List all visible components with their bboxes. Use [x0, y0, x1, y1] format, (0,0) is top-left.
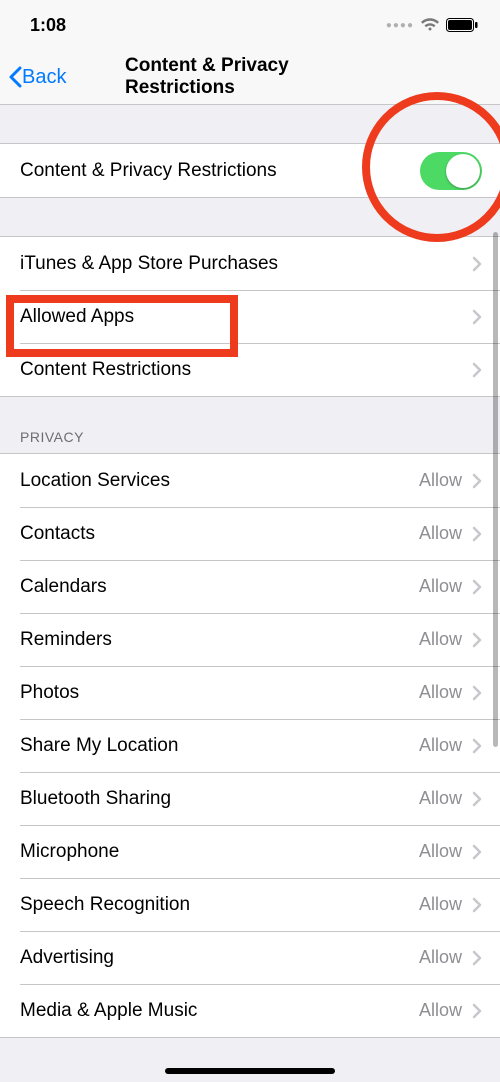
row-value: Allow	[419, 629, 462, 650]
chevron-right-icon	[472, 632, 482, 648]
row-value: Allow	[419, 470, 462, 491]
list-item[interactable]: Location Services Allow	[0, 454, 500, 507]
cellular-dots-icon: ●●●●	[386, 20, 414, 31]
list-item[interactable]: Microphone Allow	[0, 825, 500, 878]
row-value: Allow	[419, 947, 462, 968]
row-value: Allow	[419, 576, 462, 597]
chevron-right-icon	[472, 1003, 482, 1019]
page-title: Content & Privacy Restrictions	[125, 55, 375, 99]
row-label: Allowed Apps	[20, 306, 134, 328]
list-item[interactable]: Photos Allow	[0, 666, 500, 719]
list-item[interactable]: Reminders Allow	[0, 613, 500, 666]
chevron-right-icon	[472, 362, 482, 378]
group-restrictions: iTunes & App Store Purchases Allowed Apps…	[0, 236, 500, 397]
list-item[interactable]: Content Restrictions	[0, 343, 500, 396]
chevron-right-icon	[472, 844, 482, 860]
row-label: iTunes & App Store Purchases	[20, 253, 278, 275]
wifi-icon	[420, 18, 440, 32]
back-button[interactable]: Back	[0, 66, 66, 89]
row-label: Reminders	[20, 629, 112, 651]
row-label: Bluetooth Sharing	[20, 788, 171, 810]
toggle-knob	[446, 154, 480, 188]
home-indicator[interactable]	[165, 1068, 335, 1074]
list-item[interactable]: Share My Location Allow	[0, 719, 500, 772]
row-label: Calendars	[20, 576, 107, 598]
back-label: Back	[22, 66, 66, 89]
scrollbar[interactable]	[493, 232, 498, 747]
row-value: Allow	[419, 1000, 462, 1021]
row-label: Content Restrictions	[20, 359, 191, 381]
row-label: Advertising	[20, 947, 114, 969]
group-privacy: Location ServicesAllowContactsAllowCalen…	[0, 453, 500, 1038]
status-bar: 1:08 ●●●●	[0, 0, 500, 50]
content-privacy-toggle[interactable]	[420, 152, 482, 190]
row-label: Content & Privacy Restrictions	[20, 160, 277, 182]
row-label: Speech Recognition	[20, 894, 190, 916]
list-item[interactable]: Allowed Apps	[0, 290, 500, 343]
row-value: Allow	[419, 682, 462, 703]
list-item[interactable]: iTunes & App Store Purchases	[0, 237, 500, 290]
nav-bar: Back Content & Privacy Restrictions	[0, 50, 500, 105]
row-label: Photos	[20, 682, 79, 704]
list-item[interactable]: Bluetooth Sharing Allow	[0, 772, 500, 825]
chevron-right-icon	[472, 579, 482, 595]
row-label: Contacts	[20, 523, 95, 545]
battery-icon	[446, 18, 478, 32]
list-item[interactable]: Speech Recognition Allow	[0, 878, 500, 931]
row-label: Media & Apple Music	[20, 1000, 197, 1022]
chevron-right-icon	[472, 256, 482, 272]
chevron-right-icon	[472, 897, 482, 913]
group-master-toggle: Content & Privacy Restrictions	[0, 143, 500, 198]
row-value: Allow	[419, 894, 462, 915]
row-label: Location Services	[20, 470, 170, 492]
row-value: Allow	[419, 841, 462, 862]
chevron-right-icon	[472, 791, 482, 807]
chevron-right-icon	[472, 309, 482, 325]
list-item[interactable]: Advertising Allow	[0, 931, 500, 984]
chevron-right-icon	[472, 526, 482, 542]
chevron-right-icon	[472, 738, 482, 754]
status-time: 1:08	[30, 15, 66, 36]
list-item[interactable]: Calendars Allow	[0, 560, 500, 613]
chevron-right-icon	[472, 685, 482, 701]
row-content-privacy-restrictions: Content & Privacy Restrictions	[0, 144, 500, 197]
list-item[interactable]: Contacts Allow	[0, 507, 500, 560]
row-value: Allow	[419, 523, 462, 544]
chevron-left-icon	[8, 66, 22, 88]
row-value: Allow	[419, 735, 462, 756]
row-label: Share My Location	[20, 735, 178, 757]
status-icons: ●●●●	[386, 18, 478, 32]
list-item[interactable]: Media & Apple Music Allow	[0, 984, 500, 1037]
chevron-right-icon	[472, 950, 482, 966]
privacy-header: Privacy	[0, 397, 500, 453]
row-label: Microphone	[20, 841, 119, 863]
chevron-right-icon	[472, 473, 482, 489]
row-value: Allow	[419, 788, 462, 809]
